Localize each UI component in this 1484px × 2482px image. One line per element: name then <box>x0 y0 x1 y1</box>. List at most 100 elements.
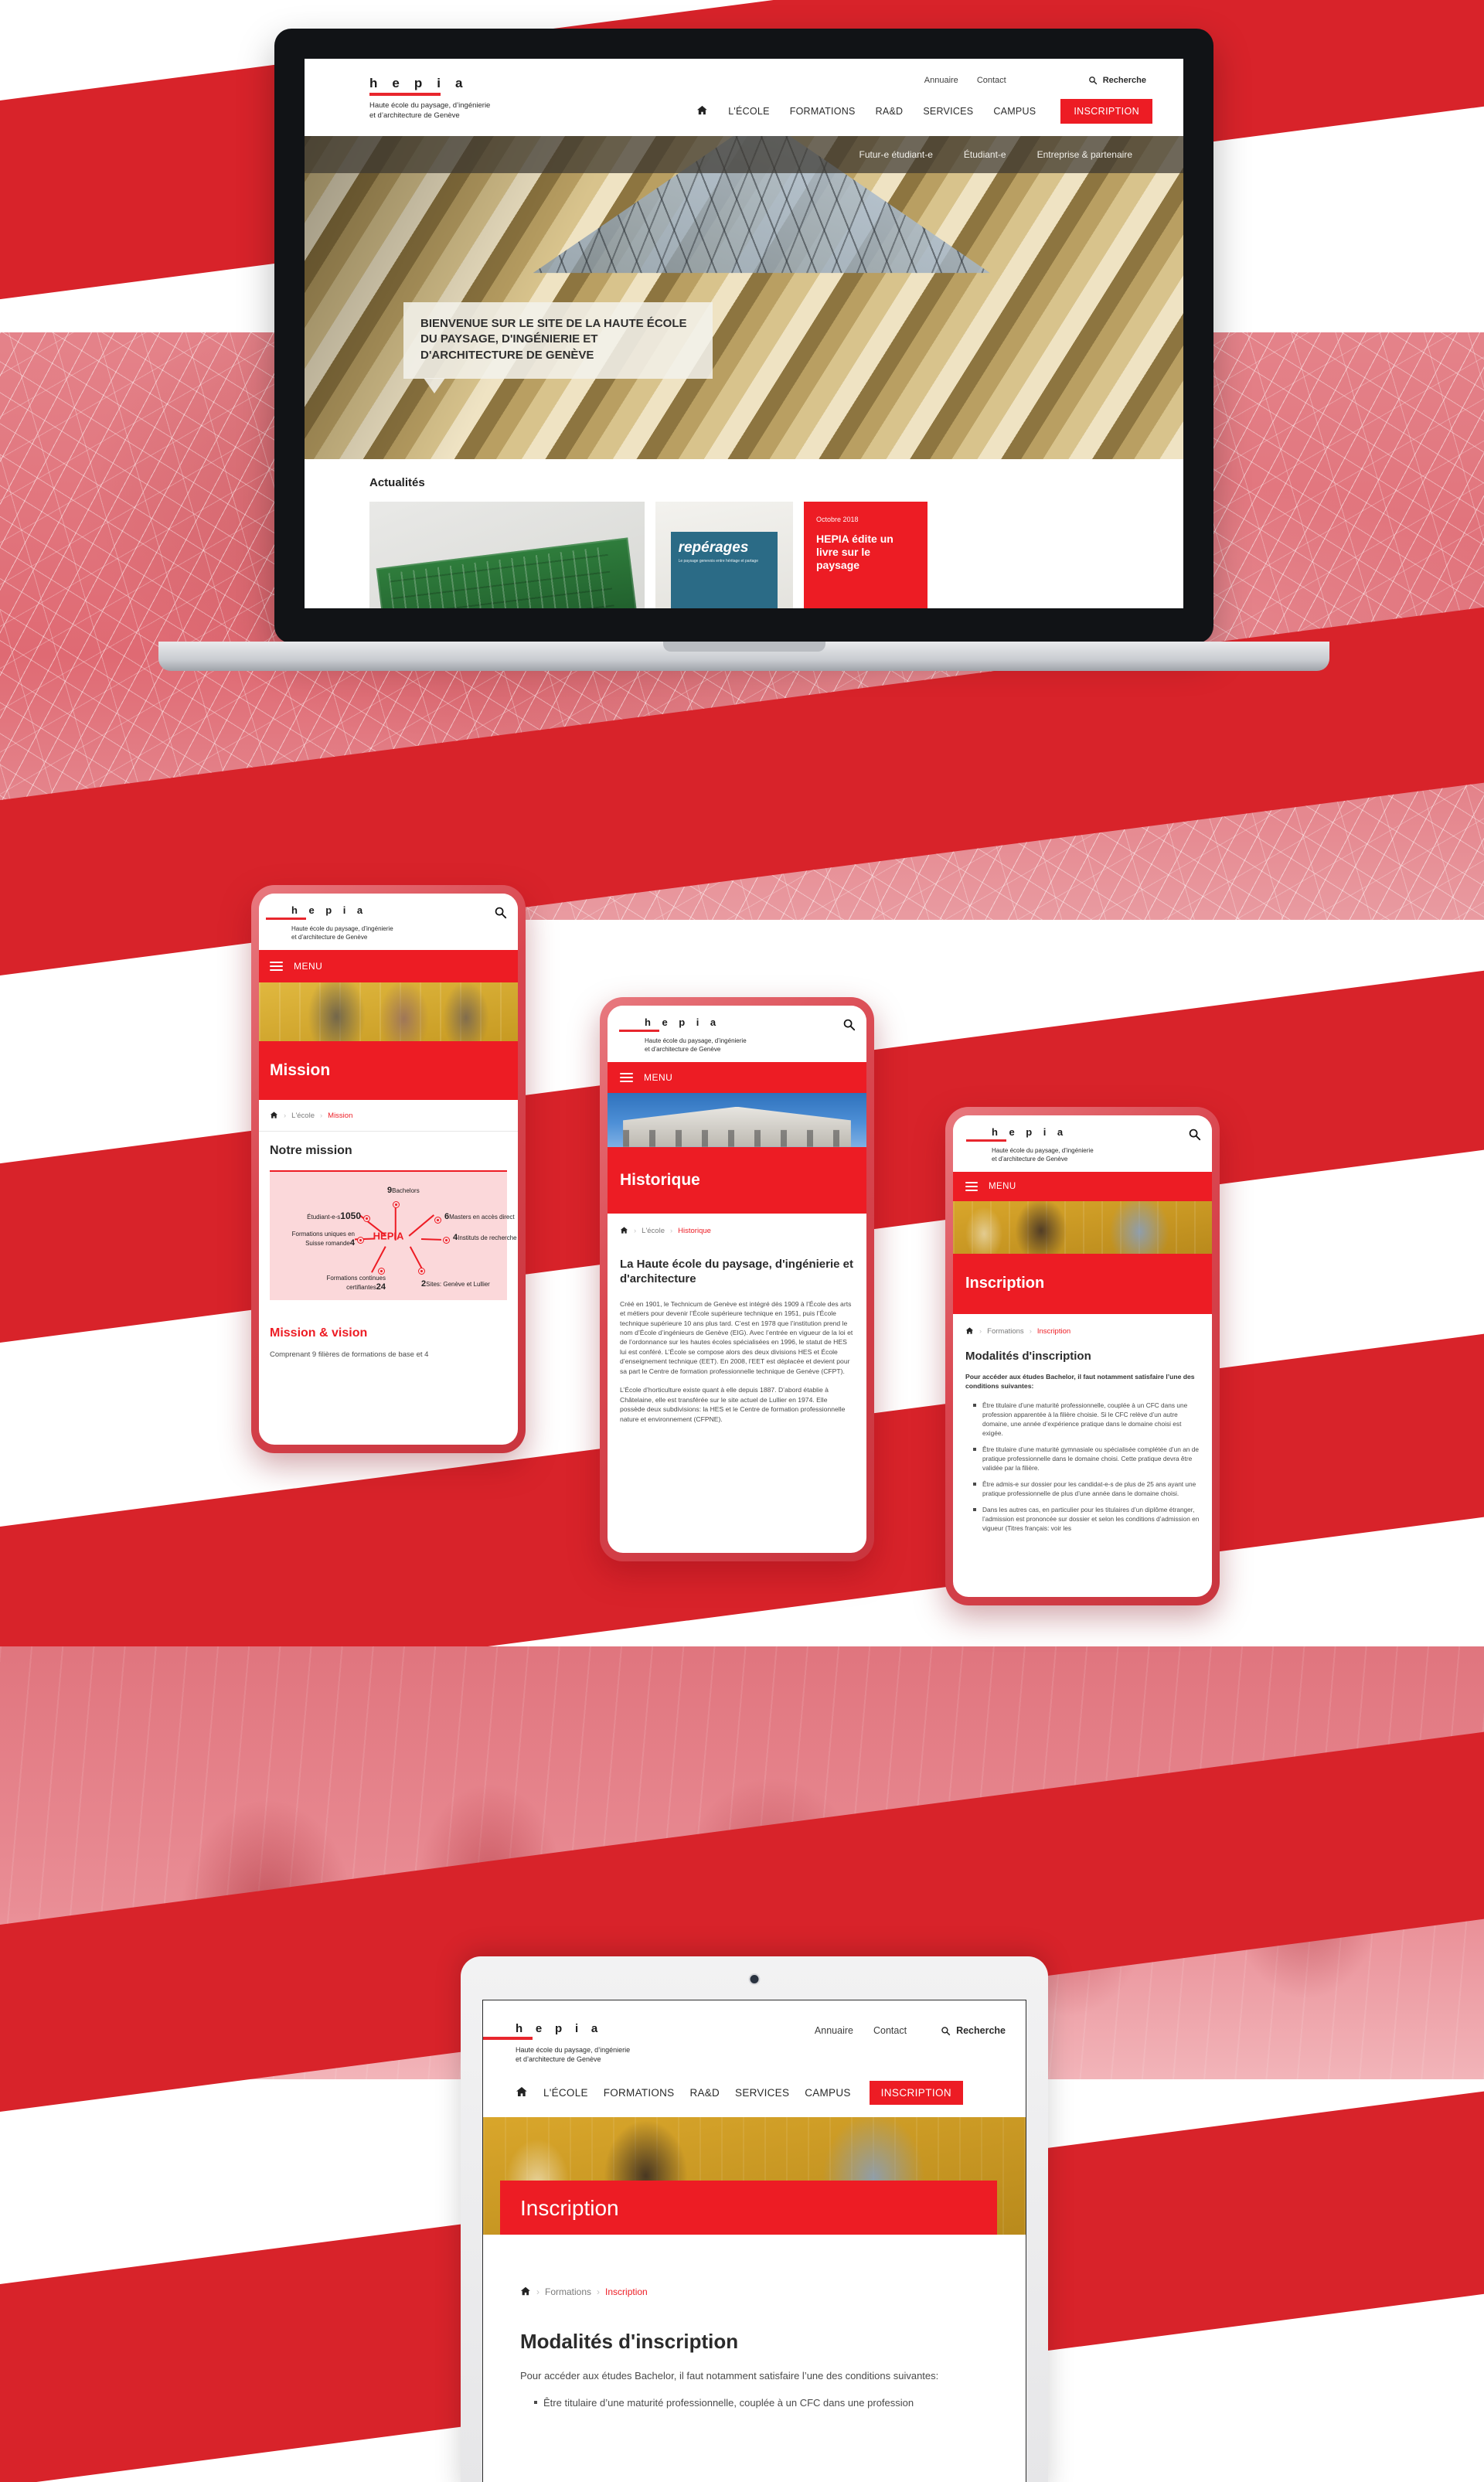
section-body: Comprenant 9 filières de formations de b… <box>270 1350 429 1359</box>
list-item: Être titulaire d’une maturité profession… <box>972 1401 1200 1438</box>
search-button[interactable] <box>1188 1128 1201 1145</box>
laptop-device: h e p i a Haute école du paysage, d’ingé… <box>158 29 1329 671</box>
phone-inscription: h e p i a Haute école du paysage, d’ingé… <box>945 1107 1220 1605</box>
breadcrumb-current: Inscription <box>1036 1327 1071 1336</box>
mobile-page-title: Mission <box>259 1040 518 1100</box>
logo[interactable]: h e p i a Haute école du paysage, d’ingé… <box>966 1126 1094 1164</box>
home-icon[interactable] <box>270 1111 278 1122</box>
nav-item-ecole[interactable]: L'ÉCOLE <box>728 106 769 117</box>
breadcrumb-separator: › <box>284 1112 287 1121</box>
breadcrumb: › Formations › Inscription <box>953 1314 1212 1345</box>
mobile-hero-image <box>259 982 518 1041</box>
inscription-button[interactable]: INSCRIPTION <box>1060 99 1152 124</box>
mobile-menu-bar[interactable]: MENU <box>259 949 518 982</box>
hamburger-icon[interactable] <box>965 1181 978 1191</box>
nav-item-campus[interactable]: CAMPUS <box>805 2087 850 2099</box>
home-icon[interactable] <box>516 2085 528 2100</box>
audience-bar: Futur-e étudiant-e Étudiant-e Entreprise… <box>305 136 1183 173</box>
phone-shell: h e p i a Haute école du paysage, d’ingé… <box>945 1107 1220 1605</box>
desktop-search[interactable]: Recherche <box>1088 76 1146 85</box>
wordmark: h e p i a <box>645 1016 720 1028</box>
nav-item-formations[interactable]: FORMATIONS <box>790 106 856 117</box>
mobile-menu-bar[interactable]: MENU <box>953 1171 1212 1201</box>
node-number: 4 <box>349 1238 355 1248</box>
desktop-toplinks: Annuaire Contact Recherche <box>924 76 1152 85</box>
nav-item-rad[interactable]: RA&D <box>689 2087 720 2099</box>
breadcrumb-item[interactable]: L'école <box>642 1227 665 1235</box>
desktop-site: h e p i a Haute école du paysage, d’ingé… <box>305 59 1183 608</box>
node-label: Bachelors <box>392 1187 420 1194</box>
nav-item-services[interactable]: SERVICES <box>735 2087 789 2099</box>
search-icon <box>843 1019 856 1031</box>
tablet-toplinks: Annuaire Contact Recherche <box>815 2025 1006 2036</box>
toplink-annuaire[interactable]: Annuaire <box>924 76 958 85</box>
logo[interactable]: h e p i a Haute école du paysage, d’ingé… <box>266 904 393 942</box>
nav-item-services[interactable]: SERVICES <box>923 106 973 117</box>
mobile-menu-label: MENU <box>644 1071 673 1083</box>
wordmark: h e p i a <box>369 76 468 90</box>
home-icon[interactable] <box>520 2286 531 2299</box>
infographic-node: Formations uniques en Suisse romande4 <box>277 1231 355 1249</box>
section-heading: Modalités d'inscription <box>520 2329 739 2353</box>
phone-historique: h e p i a Haute école du paysage, d’ingé… <box>600 997 874 1561</box>
home-icon[interactable] <box>620 1226 628 1237</box>
hamburger-icon[interactable] <box>270 961 283 971</box>
tablet-screen: h e p i a Haute école du paysage, d’ingé… <box>482 2000 1026 2482</box>
audience-futur-etudiant[interactable]: Futur-e étudiant-e <box>859 149 933 160</box>
logo-rule <box>266 918 306 920</box>
nav-item-ecole[interactable]: L'ÉCOLE <box>543 2087 588 2099</box>
search-icon <box>1189 1129 1201 1141</box>
book-cover: repérages Le paysage genevois entre héri… <box>670 532 778 608</box>
inscription-button[interactable]: INSCRIPTION <box>869 2080 964 2105</box>
phone-screen: h e p i a Haute école du paysage, d’ingé… <box>953 1115 1212 1597</box>
news-card-featured[interactable]: Octobre 2018 HEPIA édite un livre sur le… <box>804 502 928 608</box>
logo[interactable]: h e p i a Haute école du paysage, d’ingé… <box>483 2022 630 2064</box>
news-row: repérages Le paysage genevois entre héri… <box>369 502 1183 608</box>
logo[interactable]: h e p i a Haute école du paysage, d’ingé… <box>619 1016 747 1054</box>
conditions-list: Être titulaire d’une maturité profession… <box>965 1401 1200 1533</box>
tablet-search[interactable]: Recherche <box>941 2025 1006 2036</box>
mobile-hero-image <box>953 1200 1212 1254</box>
search-button[interactable] <box>494 906 507 923</box>
desktop-header: h e p i a Haute école du paysage, d’ingé… <box>305 59 1183 136</box>
logo-tagline-line1: Haute école du paysage, d’ingénierie <box>645 1037 747 1044</box>
breadcrumb-item[interactable]: Formations <box>987 1327 1024 1336</box>
hamburger-icon[interactable] <box>620 1072 633 1082</box>
audience-etudiant[interactable]: Étudiant-e <box>964 149 1006 160</box>
audience-entreprise[interactable]: Entreprise & partenaire <box>1037 149 1132 160</box>
mobile-page-title: Historique <box>608 1146 866 1214</box>
news-card-subcaption: Le paysage genevois entre héritage et pa… <box>678 559 758 563</box>
breadcrumb-item[interactable]: L'école <box>291 1112 315 1120</box>
toplink-contact[interactable]: Contact <box>873 2025 907 2036</box>
search-icon <box>495 907 507 919</box>
news-card[interactable]: repérages Le paysage genevois entre héri… <box>655 502 793 608</box>
desktop-search-label: Recherche <box>1102 76 1146 85</box>
logo-rule <box>369 93 441 96</box>
tablet-shell: h e p i a Haute école du paysage, d’ingé… <box>461 1956 1048 2482</box>
nav-item-formations[interactable]: FORMATIONS <box>604 2087 675 2099</box>
list-item: Dans les autres cas, en particulier pour… <box>972 1505 1200 1533</box>
toplink-contact[interactable]: Contact <box>977 76 1006 85</box>
breadcrumb-separator: › <box>597 2286 601 2298</box>
breadcrumb-separator: › <box>1029 1327 1032 1336</box>
news-card[interactable] <box>369 502 645 608</box>
search-button[interactable] <box>842 1018 856 1035</box>
mobile-menu-bar[interactable]: MENU <box>608 1061 866 1093</box>
logo[interactable]: h e p i a Haute école du paysage, d’ingé… <box>369 76 563 121</box>
home-icon[interactable] <box>965 1326 974 1337</box>
toplink-annuaire[interactable]: Annuaire <box>815 2025 853 2036</box>
tablet-content: Modalités d'inscription Pour accéder aux… <box>483 2299 1026 2411</box>
logo-tagline-line2: et d’architecture de Genève <box>369 111 460 120</box>
nav-item-campus[interactable]: CAMPUS <box>993 106 1036 117</box>
breadcrumb-item[interactable]: Formations <box>545 2286 591 2297</box>
intro-paragraph: Pour accéder aux études Bachelor, il fau… <box>520 2369 939 2382</box>
hero-callout: BIENVENUE SUR LE SITE DE LA HAUTE ÉCOLE … <box>403 302 713 393</box>
nav-item-rad[interactable]: RA&D <box>876 106 904 117</box>
wordmark: h e p i a <box>992 1126 1067 1138</box>
logo-tagline-line2: et d’architecture de Genève <box>291 933 368 941</box>
infographic-node-dot <box>443 1236 450 1244</box>
infographic-center-label: HEPIA <box>373 1230 404 1242</box>
home-icon[interactable] <box>696 104 708 118</box>
list-item: Être titulaire d’une maturité gymnasiale… <box>972 1445 1200 1473</box>
tablet-mainnav: L'ÉCOLE FORMATIONS RA&D SERVICES CAMPUS … <box>516 2080 1006 2105</box>
